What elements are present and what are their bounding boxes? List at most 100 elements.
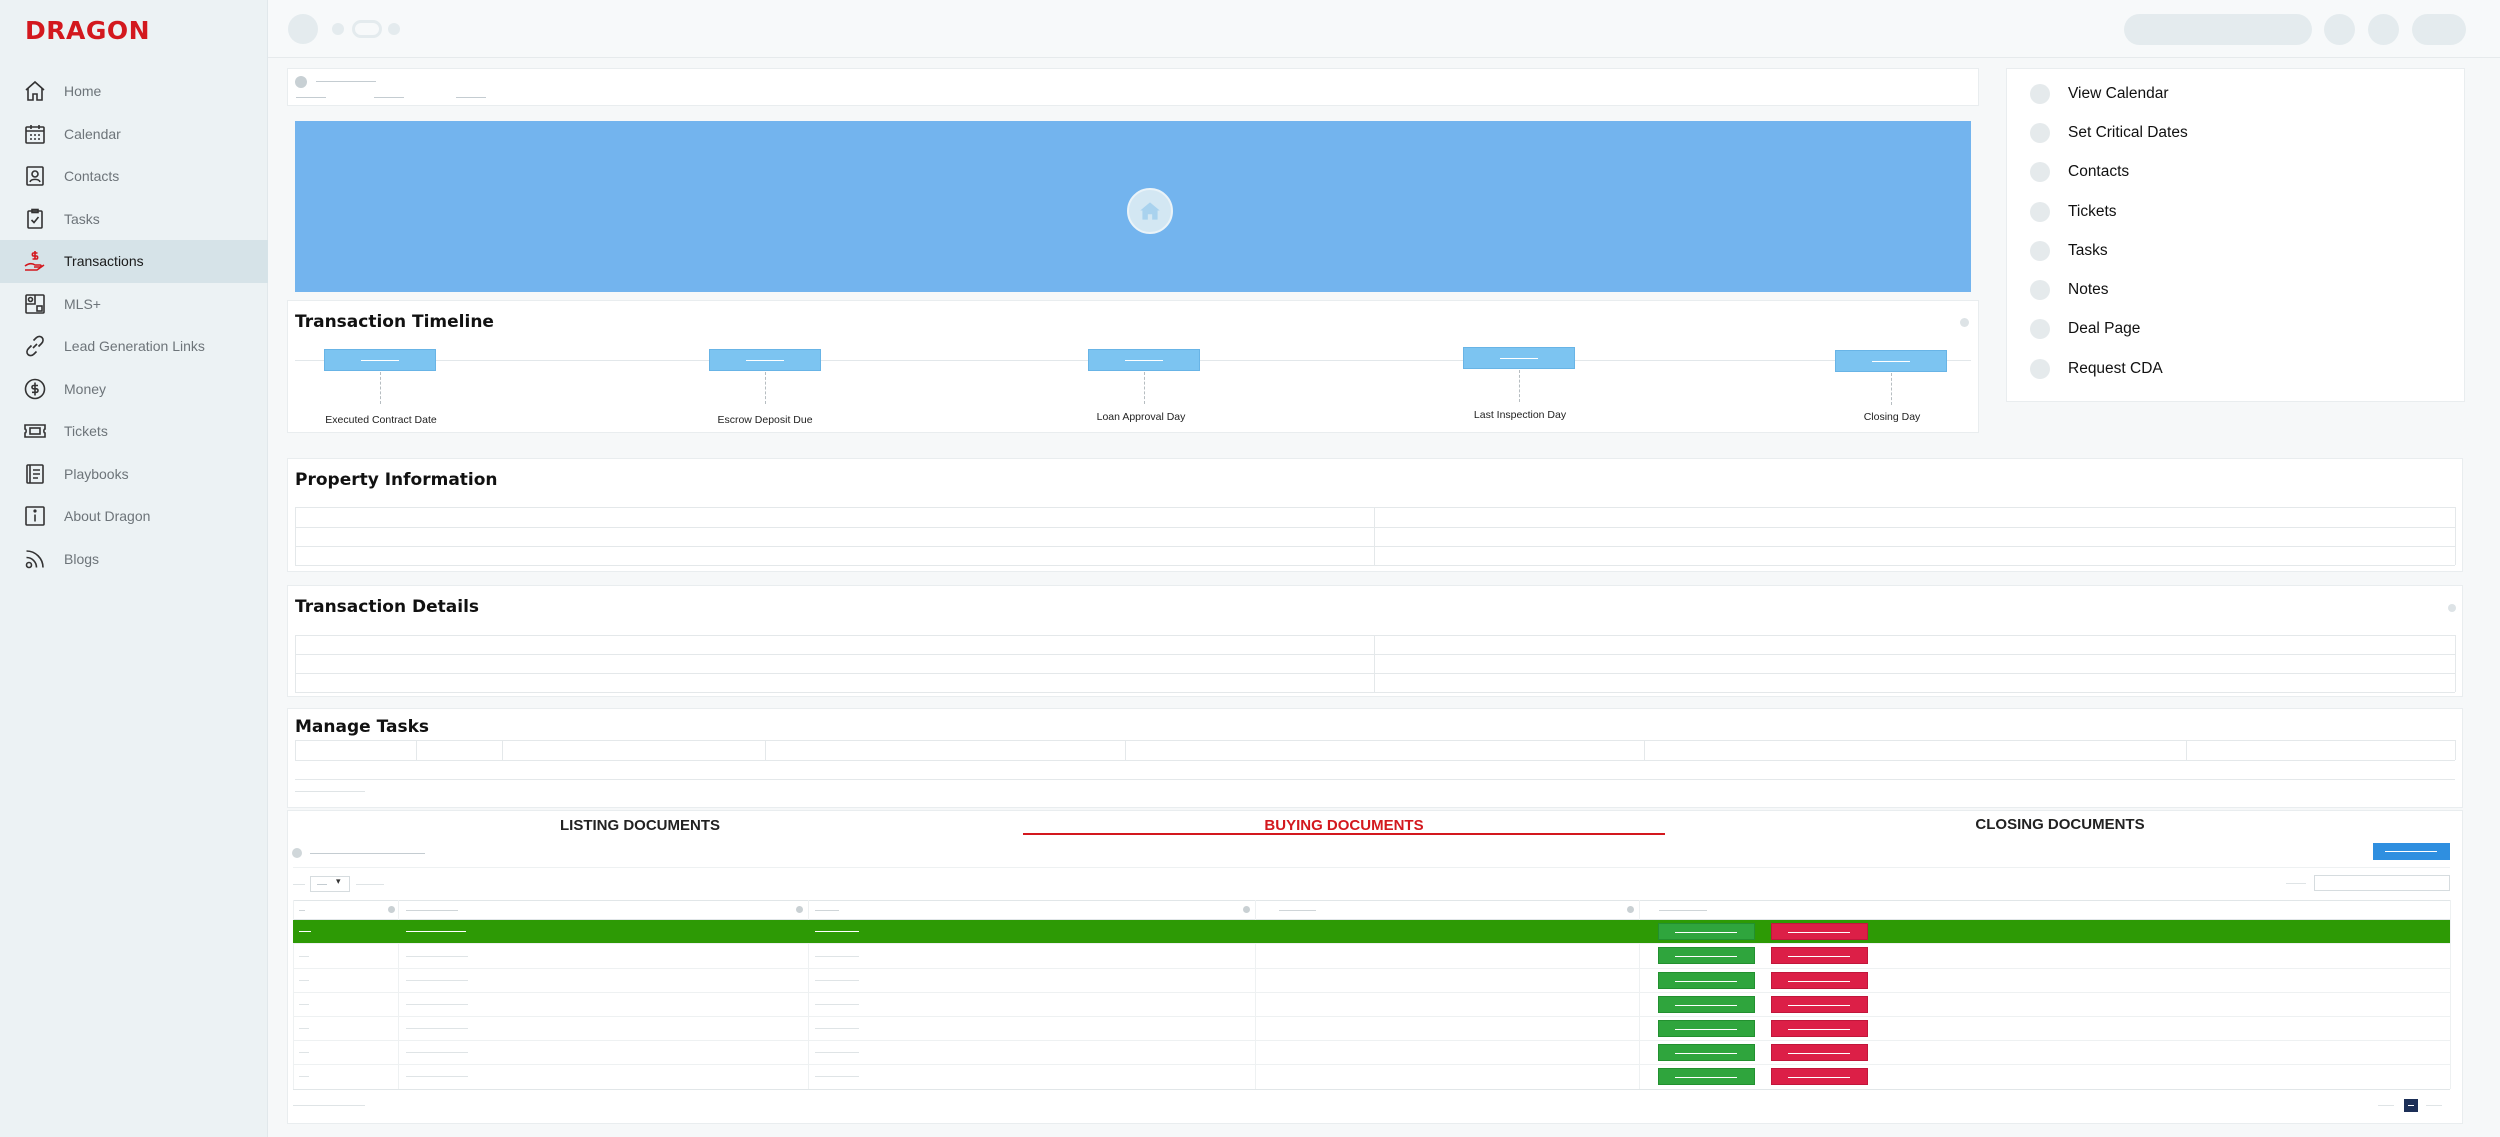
sidebar-nav: Home Calendar Contacts Tasks Transaction… <box>0 70 268 580</box>
critical-dates-icon <box>2030 123 2050 143</box>
sidebar-item-label: Blogs <box>64 550 100 567</box>
delete-document-button[interactable] <box>1771 1020 1868 1037</box>
sidebar-item-mls[interactable]: MLS+ <box>0 283 268 326</box>
pagination-next[interactable] <box>2426 1105 2442 1106</box>
notes-icon <box>2030 280 2050 300</box>
table-row[interactable] <box>293 1064 2450 1065</box>
sidebar-item-tasks[interactable]: Tasks <box>0 198 268 241</box>
column-header-placeholder[interactable] <box>406 910 458 911</box>
documents-search-input[interactable] <box>2314 875 2450 891</box>
table-row[interactable] <box>293 1040 2450 1041</box>
quick-action-deal-page[interactable]: Deal Page <box>2030 319 2140 339</box>
tab-buying-documents[interactable]: BUYING DOCUMENTS <box>1023 817 1665 834</box>
notification-icon[interactable] <box>2324 14 2355 45</box>
delete-document-button[interactable] <box>1771 1068 1868 1085</box>
view-document-button[interactable] <box>1658 1044 1755 1061</box>
transaction-details-card <box>287 585 2463 697</box>
status-dot-icon <box>332 23 344 35</box>
view-document-button[interactable] <box>1658 972 1755 989</box>
sort-icon[interactable] <box>388 906 395 913</box>
pagination-current-page[interactable] <box>2404 1099 2418 1112</box>
deal-page-icon <box>2030 319 2050 339</box>
sort-icon[interactable] <box>1627 906 1634 913</box>
sort-icon[interactable] <box>1243 906 1250 913</box>
column-header-placeholder[interactable] <box>815 910 839 911</box>
view-document-button[interactable] <box>1658 996 1755 1013</box>
quick-action-contacts[interactable]: Contacts <box>2030 162 2129 182</box>
tab-listing-documents[interactable]: LISTING DOCUMENTS <box>480 817 800 834</box>
header-tab-placeholder[interactable] <box>374 97 404 98</box>
upload-document-button[interactable] <box>2373 843 2450 860</box>
table-col-divider <box>2455 740 2456 760</box>
timeline-event-label: Executed Contract Date <box>325 414 437 426</box>
pagination-previous[interactable] <box>2378 1105 2394 1106</box>
transactions-icon <box>22 248 48 274</box>
view-document-button[interactable] <box>1658 947 1755 964</box>
tab-closing-documents[interactable]: CLOSING DOCUMENTS <box>1900 816 2220 833</box>
cell-placeholder <box>815 956 859 957</box>
view-toggle[interactable] <box>352 20 382 38</box>
delete-document-button[interactable] <box>1771 996 1868 1013</box>
table-col-divider <box>2450 900 2451 1089</box>
cell-placeholder <box>299 1028 309 1029</box>
cell-placeholder <box>299 1004 309 1005</box>
search-input[interactable] <box>2124 14 2312 45</box>
view-document-button[interactable] <box>1658 1068 1755 1085</box>
sidebar-item-label: Home <box>64 83 102 100</box>
money-icon <box>22 376 48 402</box>
quick-action-set-critical-dates[interactable]: Set Critical Dates <box>2030 123 2188 143</box>
delete-document-button[interactable] <box>1771 947 1868 964</box>
sidebar-item-tickets[interactable]: Tickets <box>0 410 268 453</box>
column-header-placeholder[interactable] <box>1659 910 1707 911</box>
user-avatar[interactable] <box>2412 14 2466 45</box>
sidebar-item-playbooks[interactable]: Playbooks <box>0 453 268 496</box>
quick-action-notes[interactable]: Notes <box>2030 280 2109 300</box>
sidebar-item-calendar[interactable]: Calendar <box>0 113 268 156</box>
timeline-event-marker[interactable] <box>1835 350 1947 372</box>
delete-document-button[interactable] <box>1771 972 1868 989</box>
cell-placeholder <box>299 1076 309 1077</box>
sidebar-item-lead-generation-links[interactable]: Lead Generation Links <box>0 325 268 368</box>
column-header-placeholder[interactable] <box>1279 910 1316 911</box>
sidebar-item-home[interactable]: Home <box>0 70 268 113</box>
timeline-event-marker[interactable] <box>324 349 436 371</box>
table-row[interactable] <box>293 968 2450 969</box>
view-document-button[interactable] <box>1658 923 1755 940</box>
sidebar-item-about-dragon[interactable]: About Dragon <box>0 495 268 538</box>
timeline-event-marker[interactable] <box>709 349 821 371</box>
sort-icon[interactable] <box>796 906 803 913</box>
table-row[interactable] <box>293 1016 2450 1017</box>
sidebar-item-money[interactable]: Money <box>0 368 268 411</box>
view-document-button[interactable] <box>1658 1020 1755 1037</box>
table-row[interactable] <box>293 943 2450 944</box>
table-row-selected[interactable] <box>293 920 2450 943</box>
sidebar-item-contacts[interactable]: Contacts <box>0 155 268 198</box>
table-col-divider <box>416 740 417 760</box>
brand-logo[interactable]: DRAGON <box>25 16 150 45</box>
page-size-select[interactable]: ▾ <box>310 876 350 892</box>
table-col-divider <box>765 740 766 760</box>
column-header-placeholder[interactable] <box>299 910 305 911</box>
details-menu-icon[interactable] <box>2448 604 2456 612</box>
table-info-placeholder <box>293 1105 365 1106</box>
header-tab-placeholder[interactable] <box>456 97 486 98</box>
quick-action-view-calendar[interactable]: View Calendar <box>2030 84 2169 104</box>
cell-placeholder <box>406 956 468 957</box>
delete-document-button[interactable] <box>1771 1044 1868 1061</box>
settings-icon[interactable] <box>2368 14 2399 45</box>
house-icon <box>1127 188 1173 234</box>
header-tab-placeholder[interactable] <box>296 97 326 98</box>
quick-action-tickets[interactable]: Tickets <box>2030 202 2117 222</box>
timeline-menu-icon[interactable] <box>1960 318 1969 327</box>
table-row[interactable] <box>293 992 2450 993</box>
timeline-event-marker[interactable] <box>1463 347 1575 369</box>
sidebar-item-transactions[interactable]: Transactions <box>0 240 268 283</box>
sidebar-item-blogs[interactable]: Blogs <box>0 538 268 581</box>
timeline-event-label: Escrow Deposit Due <box>717 414 813 426</box>
menu-toggle-icon[interactable] <box>288 14 318 44</box>
timeline-event-marker[interactable] <box>1088 349 1200 371</box>
timeline-connector <box>765 372 766 404</box>
quick-action-request-cda[interactable]: Request CDA <box>2030 359 2163 379</box>
delete-document-button[interactable] <box>1771 923 1868 940</box>
quick-action-tasks[interactable]: Tasks <box>2030 241 2108 261</box>
